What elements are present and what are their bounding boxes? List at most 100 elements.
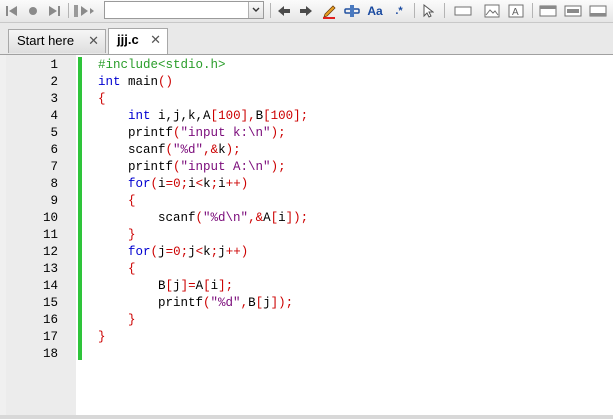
code-token: [ [203, 279, 211, 293]
code-token: "%d\n" [203, 211, 249, 225]
code-token: , [240, 296, 249, 310]
code-token: j [188, 245, 196, 259]
macro-run-icon[interactable] [72, 2, 102, 19]
code-token: ( [165, 143, 174, 157]
search-combo[interactable] [104, 1, 264, 19]
arrow-left-icon[interactable] [276, 2, 292, 19]
code-token: main [120, 75, 159, 89]
regex-icon[interactable]: .* [390, 2, 408, 19]
code-token: ( [173, 160, 181, 174]
code-token: i [218, 177, 226, 191]
line-number: 16 [42, 313, 58, 327]
pencil-icon[interactable] [320, 2, 338, 19]
code-line: 5 printf("input k:\n"); [6, 125, 613, 142]
line-number: 17 [42, 330, 58, 344]
line-number: 13 [42, 262, 58, 276]
code-token: A [195, 279, 204, 293]
code-token: k [218, 143, 226, 157]
code-token: i [158, 177, 166, 191]
code-token: j [158, 245, 166, 259]
toolbar: Aa .* A [0, 0, 613, 23]
code-token: printf [128, 126, 174, 140]
code-token: ]); [270, 296, 294, 310]
code-token: i [188, 177, 196, 191]
code-token: printf [128, 160, 174, 174]
code-token: ); [270, 126, 286, 140]
code-line: 9 { [6, 193, 613, 210]
image-icon[interactable] [482, 2, 502, 19]
layout-3-icon[interactable] [588, 2, 608, 19]
code-token: k [203, 177, 211, 191]
code-token: B [255, 109, 264, 123]
line-number: 9 [50, 194, 58, 208]
link-icon[interactable] [343, 2, 361, 19]
code-line: 10 scanf("%d\n",&A[i]); [6, 210, 613, 227]
code-token: 0 [173, 177, 181, 191]
code-token: = [165, 177, 174, 191]
code-token: { [128, 262, 136, 276]
code-token: ]= [180, 279, 196, 293]
code-token: A [263, 211, 271, 225]
code-token: k [203, 245, 211, 259]
line-number: 1 [50, 58, 58, 72]
record-icon[interactable] [26, 2, 40, 19]
skip-back-icon[interactable] [4, 2, 20, 19]
code-editor[interactable]: 1 #include<stdio.h> 2 int main() 3 { 4 i… [6, 55, 613, 415]
close-icon[interactable]: ✕ [150, 29, 161, 51]
code-token: ( [195, 211, 204, 225]
text-box-icon[interactable]: A [506, 2, 526, 19]
code-token: { [128, 194, 136, 208]
code-token: ++) [225, 245, 249, 259]
code-token: "%d" [210, 296, 241, 310]
tab-jjj-c[interactable]: jjj.c ✕ [108, 28, 168, 54]
code-line: 16 } [6, 312, 613, 329]
line-number: 18 [42, 347, 58, 361]
code-token: [ [270, 211, 279, 225]
line-number: 6 [50, 143, 58, 157]
layout-2-icon[interactable] [563, 2, 583, 19]
line-number: 7 [50, 160, 58, 174]
tab-label: jjj.c [117, 32, 139, 47]
code-token: ( [150, 245, 159, 259]
skip-forward-icon[interactable] [46, 2, 62, 19]
line-number: 3 [50, 92, 58, 106]
code-line: 7 printf("input A:\n"); [6, 159, 613, 176]
code-token: ; [180, 245, 189, 259]
cursor-icon[interactable] [420, 2, 436, 19]
close-icon[interactable]: ✕ [88, 30, 99, 52]
code-line: 17 } [6, 329, 613, 346]
font-icon[interactable]: Aa [365, 2, 385, 19]
layout-1-icon[interactable] [538, 2, 558, 19]
code-line: 18 [6, 346, 613, 363]
rect-icon[interactable] [452, 2, 474, 19]
code-token: #include<stdio.h> [98, 58, 226, 72]
code-token: "input A:\n" [180, 160, 271, 174]
tab-start-here[interactable]: Start here ✕ [8, 29, 106, 53]
code-token: "%d" [173, 143, 204, 157]
code-line: 8 for(i=0;i<k;i++) [6, 176, 613, 193]
horizontal-scrollbar[interactable] [0, 415, 613, 419]
chevron-down-icon[interactable] [248, 2, 263, 18]
code-token: B [158, 279, 166, 293]
code-line: 15 printf("%d",B[j]); [6, 295, 613, 312]
arrow-right-icon[interactable] [298, 2, 314, 19]
code-token: [ [210, 109, 219, 123]
line-number: 15 [42, 296, 58, 310]
code-token: for [128, 177, 151, 191]
code-line: 14 B[j]=A[i]; [6, 278, 613, 295]
code-line: 13 { [6, 261, 613, 278]
code-token: "input k:\n" [180, 126, 271, 140]
tab-bar: Start here ✕ jjj.c ✕ [0, 23, 613, 55]
code-token: int [128, 109, 151, 123]
code-token: for [128, 245, 151, 259]
code-token: ; [180, 177, 189, 191]
tab-label: Start here [17, 33, 75, 48]
code-token: ); [270, 160, 286, 174]
code-token: B [248, 296, 256, 310]
line-number: 2 [50, 75, 58, 89]
code-line: 6 scanf("%d",&k); [6, 142, 613, 159]
code-token: ( [173, 126, 181, 140]
code-token: i [210, 279, 219, 293]
code-token: { [98, 92, 106, 106]
code-token: ( [150, 177, 159, 191]
